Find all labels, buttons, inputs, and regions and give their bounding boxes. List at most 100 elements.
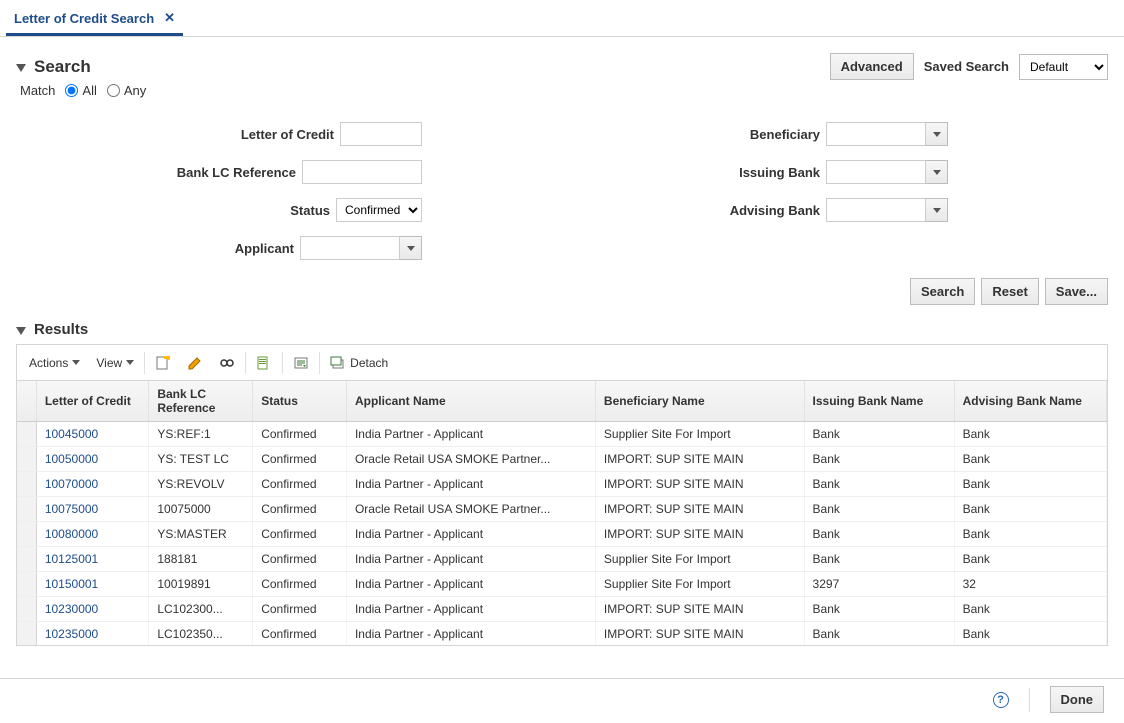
export-icon[interactable] — [248, 345, 280, 381]
cell-status: Confirmed — [253, 497, 347, 522]
row-handle[interactable] — [17, 622, 36, 647]
tab-close-icon[interactable]: ✕ — [164, 10, 175, 26]
edit-icon[interactable] — [179, 345, 211, 381]
cell-advising-bank-name: Bank — [954, 622, 1106, 647]
letter-of-credit-link[interactable]: 10075000 — [45, 502, 98, 516]
search-heading: Search — [34, 57, 91, 77]
cell-status: Confirmed — [253, 597, 347, 622]
detach-button[interactable]: Detach — [322, 345, 396, 381]
cell-status: Confirmed — [253, 622, 347, 647]
cell-letter-of-credit: 10070000 — [36, 472, 149, 497]
save-button[interactable]: Save... — [1045, 278, 1108, 305]
letter-of-credit-link[interactable]: 10150001 — [45, 577, 98, 591]
cell-letter-of-credit: 10075000 — [36, 497, 149, 522]
bank-lc-reference-input[interactable] — [302, 160, 422, 184]
col-applTIcant-name[interactable]: Applicant Name — [346, 381, 595, 422]
letter-of-credit-link[interactable]: 10045000 — [45, 427, 98, 441]
table-row[interactable]: 10070000YS:REVOLVConfirmedIndia Partner … — [17, 472, 1107, 497]
beneficiary-input[interactable] — [826, 122, 926, 146]
table-row[interactable]: 10045000YS:REF:1ConfirmedIndia Partner -… — [17, 422, 1107, 447]
cell-applicant-name: Oracle Retail USA SMOKE Partner... — [346, 447, 595, 472]
cell-beneficiary-name: IMPORT: SUP SITE MAIN — [595, 447, 804, 472]
col-issuing-bank-name[interactable]: Issuing Bank Name — [804, 381, 954, 422]
cell-bank-lc-ref: YS:REF:1 — [149, 422, 253, 447]
applicant-input[interactable] — [300, 236, 400, 260]
applicant-dropdown-button[interactable] — [400, 236, 422, 260]
cell-status: Confirmed — [253, 522, 347, 547]
status-select[interactable]: Confirmed — [336, 198, 422, 222]
results-disclosure-icon[interactable] — [16, 327, 26, 335]
tab-letter-of-credit-search[interactable]: Letter of Credit Search ✕ — [6, 4, 183, 36]
letter-of-credit-link[interactable]: 10050000 — [45, 452, 98, 466]
toolbar-separator — [319, 352, 320, 374]
advanced-button[interactable]: Advanced — [830, 53, 914, 80]
issuing-bank-input[interactable] — [826, 160, 926, 184]
cell-advising-bank-name: Bank — [954, 447, 1106, 472]
row-handle[interactable] — [17, 547, 36, 572]
letter-of-credit-link[interactable]: 10070000 — [45, 477, 98, 491]
search-disclosure-icon[interactable] — [16, 64, 26, 72]
tab-title: Letter of Credit Search — [14, 11, 154, 26]
issuing-bank-label: Issuing Bank — [739, 165, 820, 180]
create-icon[interactable] — [147, 345, 179, 381]
cell-issuing-bank-name: Bank — [804, 522, 954, 547]
reset-button[interactable]: Reset — [981, 278, 1038, 305]
cell-bank-lc-ref: LC102350... — [149, 622, 253, 647]
cell-status: Confirmed — [253, 572, 347, 597]
match-any-radio[interactable]: Any — [107, 83, 146, 98]
advising-bank-input[interactable] — [826, 198, 926, 222]
col-advising-bank-name[interactable]: Advising Bank Name — [954, 381, 1106, 422]
search-button[interactable]: Search — [910, 278, 975, 305]
table-row[interactable]: 10235000LC102350...ConfirmedIndia Partne… — [17, 622, 1107, 647]
row-handle[interactable] — [17, 497, 36, 522]
cell-letter-of-credit: 10050000 — [36, 447, 149, 472]
letter-of-credit-link[interactable]: 10235000 — [45, 627, 98, 641]
footer-separator — [1029, 688, 1030, 712]
table-row[interactable]: 10050000YS: TEST LCConfirmedOracle Retai… — [17, 447, 1107, 472]
view-menu[interactable]: View — [88, 345, 142, 381]
row-handle[interactable] — [17, 597, 36, 622]
col-letter-of-credit[interactable]: Letter of Credit — [36, 381, 149, 422]
cell-letter-of-credit: 10125001 — [36, 547, 149, 572]
cell-issuing-bank-name: Bank — [804, 597, 954, 622]
cell-issuing-bank-name: Bank — [804, 472, 954, 497]
col-beneficiary-name[interactable]: Beneficiary Name — [595, 381, 804, 422]
cell-letter-of-credit: 10230000 — [36, 597, 149, 622]
row-handle-header — [17, 381, 36, 422]
view-icon[interactable] — [211, 345, 243, 381]
row-handle[interactable] — [17, 422, 36, 447]
table-row[interactable]: 1007500010075000ConfirmedOracle Retail U… — [17, 497, 1107, 522]
issuing-bank-dropdown-button[interactable] — [926, 160, 948, 184]
toolbar-separator — [144, 352, 145, 374]
advising-bank-dropdown-button[interactable] — [926, 198, 948, 222]
table-row[interactable]: 10230000LC102300...ConfirmedIndia Partne… — [17, 597, 1107, 622]
row-handle[interactable] — [17, 572, 36, 597]
caret-down-icon — [126, 360, 134, 365]
cell-issuing-bank-name: Bank — [804, 622, 954, 647]
row-handle[interactable] — [17, 447, 36, 472]
table-row[interactable]: 10080000YS:MASTERConfirmedIndia Partner … — [17, 522, 1107, 547]
help-icon[interactable]: ? — [993, 692, 1009, 708]
cell-status: Confirmed — [253, 422, 347, 447]
letter-of-credit-input[interactable] — [340, 122, 422, 146]
actions-menu[interactable]: Actions — [21, 345, 88, 381]
row-handle[interactable] — [17, 522, 36, 547]
wrap-icon[interactable] — [285, 345, 317, 381]
row-handle[interactable] — [17, 472, 36, 497]
cell-applicant-name: India Partner - Applicant — [346, 522, 595, 547]
letter-of-credit-link[interactable]: 10230000 — [45, 602, 98, 616]
col-bank-lc-ref[interactable]: Bank LC Reference — [149, 381, 253, 422]
table-row[interactable]: 1015000110019891ConfirmedIndia Partner -… — [17, 572, 1107, 597]
saved-search-select[interactable]: Default — [1019, 54, 1108, 80]
beneficiary-dropdown-button[interactable] — [926, 122, 948, 146]
cell-bank-lc-ref: 188181 — [149, 547, 253, 572]
table-row[interactable]: 10125001188181ConfirmedIndia Partner - A… — [17, 547, 1107, 572]
cell-bank-lc-ref: LC102300... — [149, 597, 253, 622]
letter-of-credit-link[interactable]: 10080000 — [45, 527, 98, 541]
match-all-radio[interactable]: All — [65, 83, 96, 98]
col-status[interactable]: Status — [253, 381, 347, 422]
cell-beneficiary-name: Supplier Site For Import — [595, 572, 804, 597]
letter-of-credit-link[interactable]: 10125001 — [45, 552, 98, 566]
cell-applicant-name: India Partner - Applicant — [346, 547, 595, 572]
done-button[interactable]: Done — [1050, 686, 1105, 713]
